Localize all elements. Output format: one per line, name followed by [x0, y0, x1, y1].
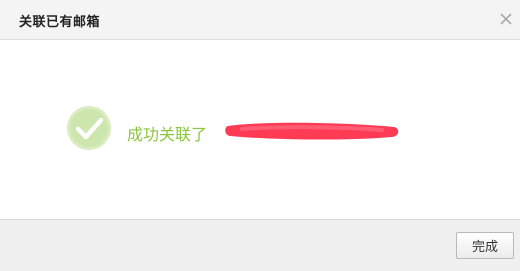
- dialog-titlebar: 关联已有邮箱: [0, 0, 520, 40]
- dialog-title: 关联已有邮箱: [19, 15, 101, 30]
- redacted-email-mark: [222, 118, 402, 144]
- associate-mailbox-dialog: 关联已有邮箱 成功关联了 完成: [0, 0, 520, 271]
- done-button[interactable]: 完成: [456, 232, 514, 259]
- dialog-footer: 完成: [0, 219, 520, 271]
- close-icon[interactable]: [496, 9, 516, 29]
- success-message: 成功关联了: [127, 125, 208, 144]
- dialog-content: 成功关联了: [0, 41, 520, 219]
- check-circle-icon: [66, 105, 112, 151]
